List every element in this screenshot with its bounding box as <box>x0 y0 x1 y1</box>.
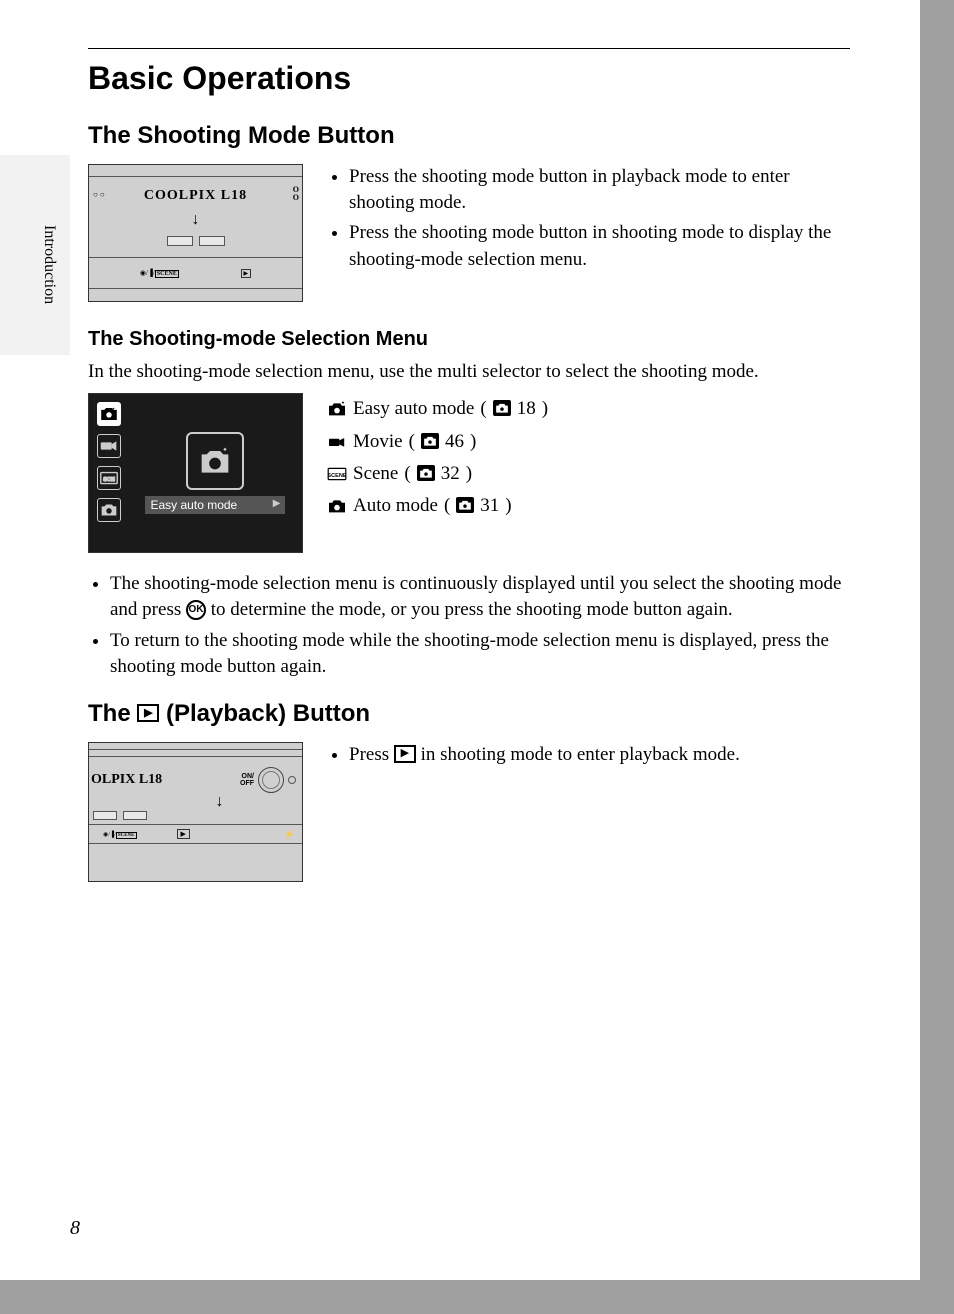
selected-mode-label: Easy auto mode <box>145 496 285 514</box>
side-tab-label: Introduction <box>40 225 58 304</box>
playback-small-icon: ▶ <box>241 269 252 278</box>
ok-button-icon: OK <box>186 600 206 620</box>
chapter-title: Basic Operations <box>88 60 351 97</box>
page-ref-icon <box>417 465 435 481</box>
mode-row-auto: Auto mode ( 31) <box>327 490 548 522</box>
sidebar-easy-auto-icon <box>97 402 121 426</box>
camera-brand-text: COOLPIX L18 <box>144 188 247 203</box>
bullet-item: Press the shooting mode button in shooti… <box>349 220 850 272</box>
illustration-camera-top: ○○ COOLPIX L18 OO ↓ ◉/▐/SCENE ▶ <box>88 164 303 302</box>
down-arrow-icon: ↓ <box>137 797 302 807</box>
mode-row-easy-auto: Easy auto mode ( 18) <box>327 393 548 425</box>
scene-mode-icon: SCENE <box>327 466 347 482</box>
mode-label: Easy auto mode <box>353 393 474 425</box>
playback-small-icon: ▶ <box>177 829 190 839</box>
oi-label: OO <box>293 186 300 202</box>
playback-button-icon: ▶ <box>394 745 416 763</box>
indicator-led-icon <box>288 776 296 784</box>
section2-bullets: Press ▶ in shooting mode to enter playba… <box>327 742 740 772</box>
page-ref-icon <box>456 497 474 513</box>
section1-row: ○○ COOLPIX L18 OO ↓ ◉/▐/SCENE ▶ Press th… <box>88 164 850 302</box>
illustration-camera-back: OLPIX L18 ON/OFF ↓ ◉/▐/SCENE ▶ <box>88 742 303 882</box>
camera-brand-text-partial: OLPIX L18 <box>91 772 162 788</box>
subsection-heading: The Shooting-mode Selection Menu <box>88 328 850 351</box>
illustration-screen-menu: SCN Easy auto mode <box>88 393 303 553</box>
page-ref-number: 32 <box>441 458 460 490</box>
page-ref-number: 46 <box>445 426 464 458</box>
mode-list: Easy auto mode ( 18) Movie ( 46) SCENE S… <box>327 393 548 522</box>
side-tab-background <box>0 155 70 355</box>
subsection-intro: In the shooting-mode selection menu, use… <box>88 359 850 385</box>
page-number: 8 <box>70 1217 80 1240</box>
power-dial-icon <box>258 767 284 793</box>
sidebar-auto-icon <box>97 498 121 522</box>
mode-label: Auto mode <box>353 490 438 522</box>
svg-text:SCN: SCN <box>103 477 115 483</box>
bullet-item: To return to the shooting mode while the… <box>110 628 850 680</box>
section1-bullets: Press the shooting mode button in playba… <box>327 164 850 277</box>
section2-row: OLPIX L18 ON/OFF ↓ ◉/▐/SCENE ▶ <box>88 742 850 882</box>
mode-label: Movie <box>353 426 403 458</box>
selected-mode-big-icon <box>186 432 244 490</box>
svg-text:SCENE: SCENE <box>327 473 347 479</box>
mode-icons-label: ◉/▐/SCENE <box>103 831 137 838</box>
mode-icons-label: ◉/▐/SCENE <box>140 269 179 277</box>
auto-mode-icon <box>327 498 347 514</box>
page-ref-icon <box>493 400 511 416</box>
subsection-post-bullets: The shooting-mode selection menu is cont… <box>88 571 850 680</box>
mode-row-scene: SCENE Scene ( 32) <box>327 458 548 490</box>
subsection-row: SCN Easy auto mode Easy auto mode <box>88 393 850 553</box>
mode-label: Scene <box>353 458 398 490</box>
top-rule <box>88 48 850 49</box>
sidebar-movie-icon <box>97 434 121 458</box>
playback-button-icon: ▶ <box>137 704 159 722</box>
flash-small-icon: ⚡ <box>284 830 294 839</box>
mode-row-movie: Movie ( 46) <box>327 426 548 458</box>
content-area: The Shooting Mode Button ○○ COOLPIX L18 … <box>88 112 850 882</box>
on-off-label: ON/OFF <box>240 773 254 787</box>
manual-page: Basic Operations Introduction The Shooti… <box>0 0 920 1280</box>
page-ref-number: 31 <box>480 490 499 522</box>
page-ref-icon <box>421 433 439 449</box>
bullet-item: Press the shooting mode button in playba… <box>349 164 850 216</box>
section-heading-shooting-mode: The Shooting Mode Button <box>88 122 850 150</box>
bullet-item: The shooting-mode selection menu is cont… <box>110 571 850 623</box>
section-heading-playback: The ▶ (Playback) Button <box>88 700 850 728</box>
easy-auto-mode-icon <box>327 401 347 417</box>
bullet-item: Press ▶ in shooting mode to enter playba… <box>349 742 740 768</box>
movie-mode-icon <box>327 434 347 450</box>
sidebar-scene-icon: SCN <box>97 466 121 490</box>
page-ref-number: 18 <box>517 393 536 425</box>
down-arrow-icon: ↓ <box>89 215 302 225</box>
